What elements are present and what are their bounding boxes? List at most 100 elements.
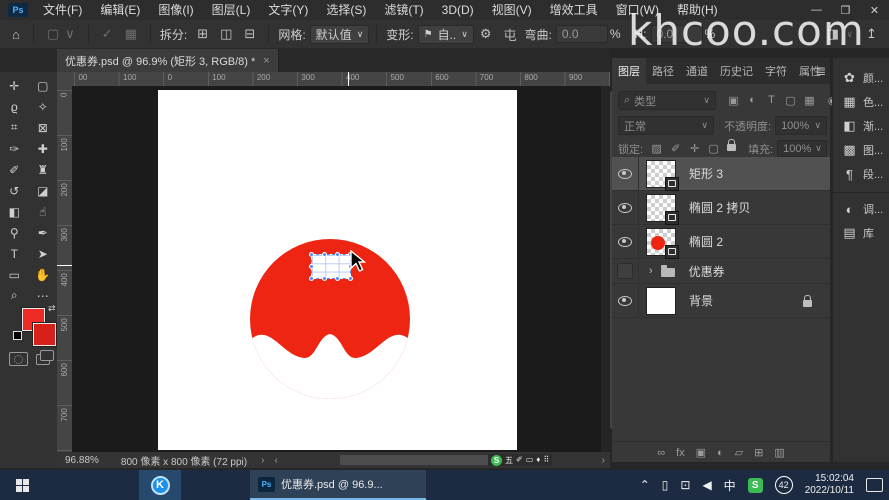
healing-brush-tool[interactable]: ✚ bbox=[29, 138, 58, 159]
close-button[interactable]: ✕ bbox=[860, 0, 889, 20]
volume-icon[interactable]: ◀ bbox=[702, 478, 711, 492]
menu-item[interactable]: 窗口(W) bbox=[607, 0, 668, 20]
lock-position-icon[interactable]: ✛ bbox=[685, 142, 704, 155]
hand-tool[interactable]: ✋ bbox=[29, 264, 58, 285]
tab-layers[interactable]: 图层 bbox=[612, 58, 646, 84]
move-tool[interactable]: ✛ bbox=[0, 75, 29, 96]
lock-paint-icon[interactable]: ✐ bbox=[666, 142, 685, 155]
patterns-panel-button[interactable]: ▩ 图... bbox=[833, 138, 889, 162]
warp-anchor-point[interactable] bbox=[309, 264, 314, 269]
opacity-dropdown[interactable]: 100% ∨ bbox=[775, 116, 827, 135]
lock-all-icon[interactable] bbox=[727, 144, 736, 151]
menu-item[interactable]: 文件(F) bbox=[34, 0, 91, 20]
panel-menu-icon[interactable]: ≣ bbox=[816, 64, 826, 78]
background-color-swatch[interactable] bbox=[33, 323, 56, 346]
ime-button[interactable]: ⠿ bbox=[543, 455, 549, 466]
sogou-ime-icon[interactable]: S bbox=[491, 455, 502, 466]
visibility-toggle[interactable] bbox=[612, 284, 639, 317]
frame-tool[interactable]: ⊠ bbox=[29, 117, 58, 138]
layer-style-icon[interactable]: fx bbox=[676, 447, 685, 459]
layer-name[interactable]: 椭圆 2 拷贝 bbox=[689, 199, 750, 216]
warp-anchor-point[interactable] bbox=[348, 276, 353, 281]
gear-icon[interactable]: ⚙ bbox=[474, 26, 498, 42]
horizontal-ruler[interactable]: 001000100200300400500600700800900 bbox=[72, 72, 610, 87]
vertical-ruler[interactable]: 0100200300400500600700 bbox=[57, 86, 73, 452]
filter-pixel-layers-icon[interactable]: ▣ bbox=[724, 94, 743, 107]
type-tool[interactable]: T bbox=[0, 243, 29, 264]
filter-type-layers-icon[interactable]: T bbox=[762, 94, 781, 107]
home-icon[interactable]: ⌂ bbox=[6, 27, 26, 42]
tab-paths[interactable]: 路径 bbox=[646, 58, 680, 84]
layer-name[interactable]: 椭圆 2 bbox=[689, 233, 723, 250]
menu-item[interactable]: 视图(V) bbox=[483, 0, 541, 20]
h-input[interactable]: 0.0 bbox=[651, 25, 703, 43]
paragraph-panel-button[interactable]: ¶ 段... bbox=[833, 162, 889, 186]
filter-shape-layers-icon[interactable]: ▢ bbox=[781, 94, 800, 107]
ime-language-indicator[interactable]: 中 bbox=[724, 477, 736, 494]
pen-tool[interactable]: ✒ bbox=[29, 222, 58, 243]
taskbar-clock[interactable]: 15:02:04 2022/10/11 bbox=[805, 473, 854, 497]
warp-style-dropdown[interactable]: ⚑ 自.. ∨ bbox=[418, 25, 474, 44]
taskbar-app-k[interactable]: K bbox=[139, 470, 181, 500]
document-canvas[interactable] bbox=[158, 90, 517, 450]
ime-button[interactable]: ♦ bbox=[536, 455, 540, 466]
path-selection-tool[interactable]: ➤ bbox=[29, 243, 58, 264]
eyedropper-tool[interactable]: ✑ bbox=[0, 138, 29, 159]
status-chevron-left-icon[interactable]: ‹ bbox=[274, 455, 277, 466]
menu-item[interactable]: 图像(I) bbox=[149, 0, 202, 20]
display-network-icon[interactable]: ⊡ bbox=[680, 478, 690, 492]
share-icon[interactable]: ↥ bbox=[860, 26, 883, 42]
layer-name[interactable]: 矩形 3 bbox=[689, 165, 723, 182]
layer-thumbnail[interactable] bbox=[647, 229, 675, 255]
ime-button[interactable]: 五 bbox=[505, 455, 513, 466]
color-panel-button[interactable]: ✿ 颜... bbox=[833, 66, 889, 90]
layer-row-rectangle3[interactable]: 矩形 3 bbox=[612, 157, 830, 191]
menu-item[interactable]: 选择(S) bbox=[317, 0, 375, 20]
menu-item[interactable]: 帮助(H) bbox=[668, 0, 727, 20]
lock-transparency-icon[interactable]: ▨ bbox=[647, 142, 666, 155]
menu-item[interactable]: 编辑(E) bbox=[91, 0, 149, 20]
tray-badge-42[interactable]: 42 bbox=[775, 476, 793, 494]
ime-button[interactable]: ▭ bbox=[526, 455, 534, 466]
blend-mode-dropdown[interactable]: 正常 ∨ bbox=[618, 116, 714, 135]
layer-row-ellipse2-copy[interactable]: 椭圆 2 拷贝 bbox=[612, 191, 830, 225]
history-brush-tool[interactable]: ↺ bbox=[0, 180, 29, 201]
visibility-toggle[interactable] bbox=[612, 225, 639, 258]
layer-row-background[interactable]: 背景 bbox=[612, 284, 830, 318]
gradients-panel-button[interactable]: ◧ 渐... bbox=[833, 114, 889, 138]
menu-item[interactable]: 图层(L) bbox=[203, 0, 260, 20]
layer-thumbnail[interactable] bbox=[647, 195, 675, 221]
quick-mask-button[interactable] bbox=[9, 352, 28, 366]
zoom-tool[interactable]: ⌕ bbox=[0, 285, 29, 306]
chevron-down-icon[interactable]: ∨ bbox=[840, 29, 859, 40]
ime-button[interactable]: ✐ bbox=[516, 455, 523, 466]
visibility-toggle[interactable] bbox=[612, 259, 639, 283]
layer-row-ellipse2[interactable]: 椭圆 2 bbox=[612, 225, 830, 259]
layer-filter-dropdown[interactable]: ⌕ 类型 ∨ bbox=[618, 91, 716, 110]
white-wave-shape[interactable] bbox=[250, 334, 410, 402]
clone-stamp-tool[interactable]: ♜ bbox=[29, 159, 58, 180]
action-center-icon[interactable] bbox=[866, 478, 883, 492]
crop-tool[interactable]: ⌗ bbox=[0, 117, 29, 138]
rectangle-shape-tool[interactable]: ▭ bbox=[0, 264, 29, 285]
warp-transform-rectangle[interactable] bbox=[311, 254, 351, 279]
fill-dropdown[interactable]: 100% ∨ bbox=[777, 140, 827, 157]
layer-thumbnail[interactable] bbox=[647, 288, 675, 314]
dodge-tool[interactable]: ⚲ bbox=[0, 222, 29, 243]
split-vertical-icon[interactable]: ◫ bbox=[214, 26, 238, 42]
libraries-panel-button[interactable]: ▤ 库 bbox=[833, 221, 889, 245]
taskbar-photoshop-item[interactable]: Ps 优惠券.psd @ 96.9... bbox=[250, 470, 426, 500]
start-button[interactable] bbox=[0, 470, 45, 500]
visibility-toggle[interactable] bbox=[612, 191, 639, 224]
minimize-button[interactable]: — bbox=[802, 0, 831, 20]
lasso-tool[interactable]: ϱ bbox=[0, 96, 29, 117]
warp-anchor-point[interactable] bbox=[335, 276, 340, 281]
grid-size-dropdown[interactable]: 默认值 ∨ bbox=[310, 25, 370, 44]
warp-anchor-point[interactable] bbox=[335, 252, 340, 257]
gradient-tool[interactable]: ◧ bbox=[0, 201, 29, 222]
tab-close-icon[interactable]: × bbox=[263, 55, 269, 67]
group-expand-icon[interactable]: › bbox=[649, 265, 653, 277]
filter-smart-objects-icon[interactable]: ▦ bbox=[800, 94, 819, 107]
warp-anchor-point[interactable] bbox=[309, 276, 314, 281]
quick-selection-tool[interactable]: ✧ bbox=[29, 96, 58, 117]
